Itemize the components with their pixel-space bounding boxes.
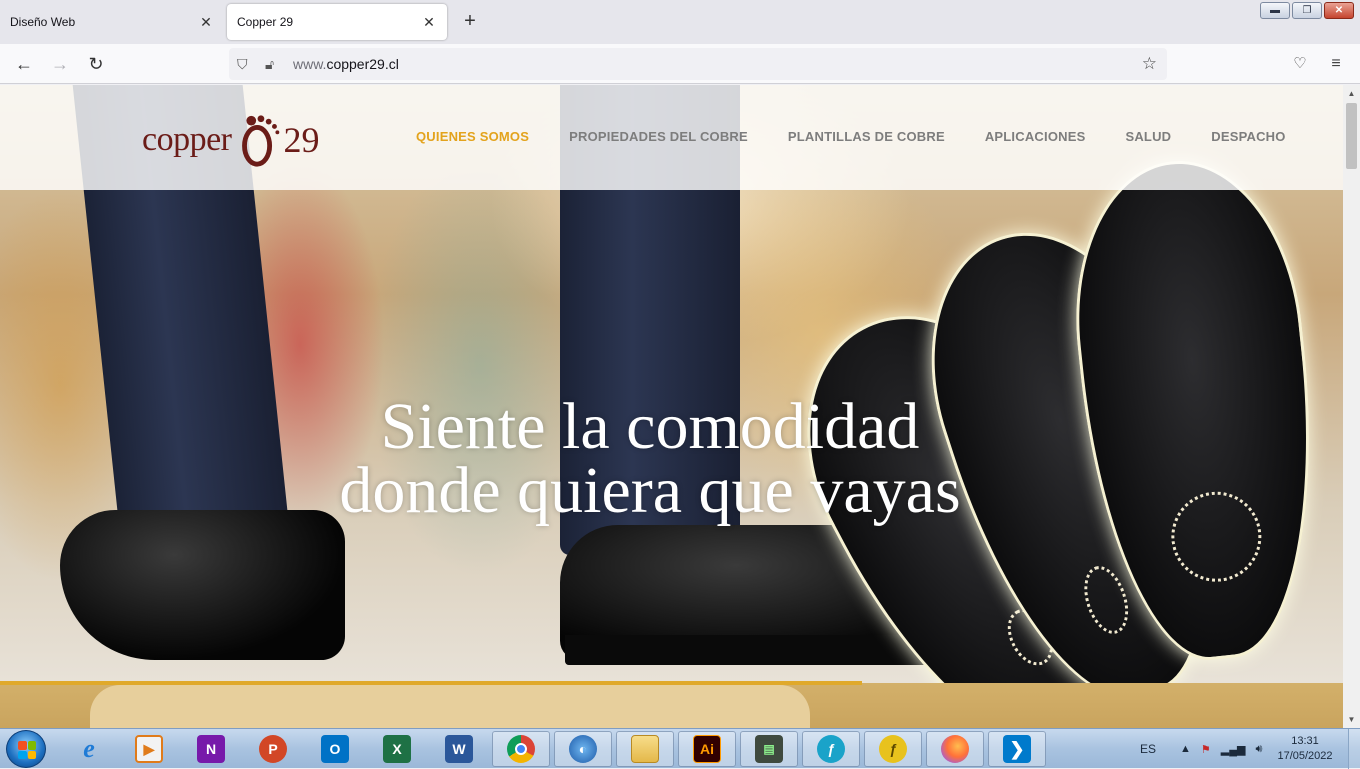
reload-icon[interactable]: ↻: [84, 52, 108, 76]
powerpoint-icon: P: [259, 735, 287, 763]
taskbar-excel[interactable]: X: [368, 731, 426, 767]
logo-word: copper: [142, 121, 232, 158]
url-host: copper29.cl: [326, 56, 399, 72]
taskbar-vscode[interactable]: ❯: [988, 731, 1046, 767]
windows-logo-icon: [18, 741, 36, 759]
network-signal-icon[interactable]: ▂▄▆: [1221, 743, 1246, 756]
window-controls: ▬ ❐ ✕: [1260, 2, 1354, 19]
taskbar-media-center[interactable]: ◐: [554, 731, 612, 767]
taskbar-clock[interactable]: 13:31 17/05/2022: [1270, 734, 1340, 764]
url-text[interactable]: www.copper29.cl: [293, 56, 399, 72]
taskbar-illustrator[interactable]: Ai: [678, 731, 736, 767]
scroll-thumb[interactable]: [1346, 103, 1357, 169]
taskbar-network-monitor[interactable]: ▤: [740, 731, 798, 767]
tab-label: Copper 29: [237, 15, 294, 29]
scroll-up-icon[interactable]: ▲: [1343, 85, 1360, 102]
app-blue-icon: ƒ: [817, 735, 845, 763]
shield-icon[interactable]: ⛉: [237, 56, 255, 73]
forward-arrow-icon[interactable]: →: [48, 52, 72, 76]
nav-salud[interactable]: SALUD: [1125, 129, 1171, 144]
start-button[interactable]: [6, 730, 46, 768]
internet-explorer-icon: e: [83, 734, 95, 763]
nav-aplicaciones[interactable]: APLICACIONES: [985, 129, 1086, 144]
taskbar-app-yellow[interactable]: ƒ: [864, 731, 922, 767]
firefox-icon: [941, 735, 969, 763]
pocket-icon[interactable]: ♡: [1290, 52, 1310, 76]
headline-line-2: donde quiera que vayas: [339, 454, 961, 527]
scroll-down-icon[interactable]: ▼: [1343, 711, 1360, 728]
nav-quienes-somos[interactable]: QUIENES SOMOS: [416, 129, 529, 144]
site-main-nav: QUIENES SOMOS PROPIEDADES DEL COBRE PLAN…: [416, 129, 1286, 144]
close-window-button[interactable]: ✕: [1324, 2, 1354, 19]
navigation-bar: ← → ↻ ⛉ 🔓︎ www.copper29.cl ☆ ♡ ≡: [0, 44, 1360, 84]
page-viewport: copper 29 QUIENES SOMOS PROPIEDADES DEL …: [0, 85, 1343, 728]
site-logo[interactable]: copper 29: [142, 110, 320, 170]
clock-date: 17/05/2022: [1277, 750, 1333, 762]
onenote-icon: N: [197, 735, 225, 763]
show-hidden-icons-icon[interactable]: ▲: [1180, 743, 1191, 755]
taskbar-firefox[interactable]: [926, 731, 984, 767]
close-icon[interactable]: ✕: [198, 14, 214, 30]
url-host-prefix: www.: [293, 56, 327, 72]
url-bar[interactable]: ⛉ 🔓︎ www.copper29.cl ☆: [229, 48, 1167, 80]
nav-plantillas-de-cobre[interactable]: PLANTILLAS DE COBRE: [788, 129, 945, 144]
logo-number: 29: [283, 120, 320, 160]
bookmark-star-icon[interactable]: ☆: [1142, 54, 1157, 74]
taskbar-internet-explorer[interactable]: e: [60, 731, 118, 767]
language-indicator[interactable]: ES: [1140, 742, 1156, 756]
taskbar-file-explorer[interactable]: [616, 731, 674, 767]
excel-icon: X: [383, 735, 411, 763]
clock-time: 13:31: [1291, 735, 1319, 747]
taskbar-outlook[interactable]: O: [306, 731, 364, 767]
system-tray: ES ▲ ⚑ ▂▄▆ 🔊︎: [1140, 729, 1262, 769]
accent-divider: [0, 681, 862, 685]
tab-strip: Diseño Web ✕ Copper 29 ✕ + ▬ ❐ ✕: [0, 0, 1360, 44]
vscode-icon: ❯: [1003, 735, 1031, 763]
lock-icon[interactable]: 🔓︎: [265, 56, 283, 73]
taskbar: e ▶ N P O X W ◐ Ai ▤ ƒ ƒ ❯ ES ▲ ⚑ ▂▄▆ 🔊︎…: [0, 728, 1360, 769]
chrome-icon: [507, 735, 535, 763]
tab-copper29[interactable]: Copper 29 ✕: [227, 4, 447, 40]
volume-icon[interactable]: 🔊︎: [1256, 743, 1263, 756]
hamburger-menu-icon[interactable]: ≡: [1326, 52, 1346, 76]
taskbar-app-blue[interactable]: ƒ: [802, 731, 860, 767]
site-header: copper 29 QUIENES SOMOS PROPIEDADES DEL …: [0, 85, 1343, 190]
illustrator-icon: Ai: [693, 735, 721, 763]
minimize-button[interactable]: ▬: [1260, 2, 1290, 19]
word-icon: W: [445, 735, 473, 763]
folder-icon: [631, 735, 659, 763]
media-center-icon: ◐: [569, 735, 597, 763]
hero-shoe-image: [60, 510, 345, 660]
taskbar-word[interactable]: W: [430, 731, 488, 767]
outlook-icon: O: [321, 735, 349, 763]
headline-line-1: Siente la comodidad: [380, 390, 920, 463]
taskbar-media-player[interactable]: ▶: [120, 731, 178, 767]
media-player-icon: ▶: [135, 735, 163, 763]
footprint-icon: [241, 115, 279, 167]
show-desktop-button[interactable]: [1348, 729, 1360, 769]
back-arrow-icon[interactable]: ←: [12, 52, 36, 76]
nav-despacho[interactable]: DESPACHO: [1211, 129, 1285, 144]
restore-button[interactable]: ❐: [1292, 2, 1322, 19]
taskbar-powerpoint[interactable]: P: [244, 731, 302, 767]
new-tab-icon[interactable]: +: [458, 10, 482, 34]
nav-propiedades-del-cobre[interactable]: PROPIEDADES DEL COBRE: [569, 129, 748, 144]
hero-headline: Siente la comodidad donde quiera que vay…: [300, 390, 1000, 527]
insole-preview-image: [90, 685, 810, 728]
tab-diseno-web[interactable]: Diseño Web ✕: [0, 4, 224, 40]
app-yellow-icon: ƒ: [879, 735, 907, 763]
action-center-flag-icon[interactable]: ⚑: [1201, 743, 1211, 756]
close-icon[interactable]: ✕: [421, 14, 437, 30]
monitor-icon: ▤: [755, 735, 783, 763]
taskbar-chrome[interactable]: [492, 731, 550, 767]
page-scrollbar[interactable]: ▲ ▼: [1343, 85, 1360, 728]
tab-label: Diseño Web: [10, 15, 76, 29]
taskbar-onenote[interactable]: N: [182, 731, 240, 767]
